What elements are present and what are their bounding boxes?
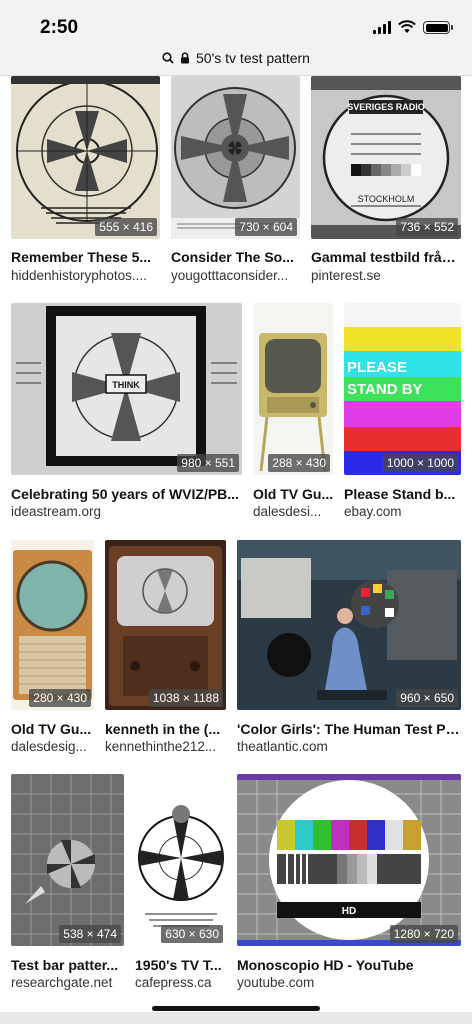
result-thumbnail[interactable]: 960 × 650 — [237, 540, 461, 710]
image-dimensions: 1280 × 720 — [389, 925, 458, 943]
result-title[interactable]: 'Color Girls': The Human Test Pa... — [237, 721, 461, 737]
think-label: THINK — [112, 380, 140, 390]
result-source[interactable]: yougotttaconsider... — [171, 268, 301, 283]
result-thumbnail[interactable]: THINK 980 × 551 — [11, 303, 242, 475]
result-thumbnail[interactable]: 730 × 604 — [171, 76, 300, 239]
lock-icon — [181, 52, 190, 64]
result-source[interactable]: dalesdesi... — [253, 504, 335, 519]
image-dimensions: 280 × 430 — [29, 689, 91, 707]
image-dimensions: 555 × 416 — [95, 218, 157, 236]
result-source[interactable]: ebay.com — [344, 504, 461, 519]
result-title[interactable]: Old TV Gu... — [11, 721, 95, 737]
vintage-tv-set-image — [253, 303, 333, 475]
search-icon — [162, 52, 174, 64]
result-thumbnail[interactable]: PLEASE STAND BY 1000 × 1000 — [344, 303, 461, 475]
result-title[interactable]: kenneth in the (... — [105, 721, 227, 737]
please-label: PLEASE — [347, 359, 407, 376]
result-source[interactable]: hiddenhistoryphotos.... — [11, 268, 161, 283]
think-test-pattern-image: THINK — [11, 303, 242, 475]
image-dimensions: 1038 × 1188 — [148, 689, 223, 707]
result-title[interactable]: Old TV Gu... — [253, 486, 335, 502]
result-thumbnail[interactable]: 630 × 630 — [135, 774, 226, 946]
sveriges-radio-label: SVERIGES RADIO — [347, 102, 425, 112]
indian-head-test-pattern-image — [11, 76, 160, 239]
wifi-icon — [398, 20, 416, 33]
result-thumbnail[interactable]: 538 × 474 — [11, 774, 124, 946]
indian-head-test-card-image — [135, 774, 226, 946]
result-title[interactable]: Please Stand b... — [344, 486, 461, 502]
result-source[interactable]: ideastream.org — [11, 504, 243, 519]
result-source[interactable]: youtube.com — [237, 975, 461, 990]
image-dimensions: 538 × 474 — [59, 925, 121, 943]
status-time: 2:50 — [40, 17, 79, 38]
search-query: 50's tv test pattern — [196, 50, 310, 66]
result-title[interactable]: Remember These 5... — [11, 249, 161, 265]
result-thumbnail[interactable]: SVERIGES RADIO STOCKHOLM 736 × 552 — [311, 76, 461, 239]
result-title[interactable]: Celebrating 50 years of WVIZ/PB... — [11, 486, 243, 502]
result-source[interactable]: researchgate.net — [11, 975, 125, 990]
result-thumbnail[interactable]: 288 × 430 — [253, 303, 333, 475]
home-indicator[interactable] — [152, 1006, 320, 1011]
next-row-peek — [0, 1012, 472, 1024]
image-dimensions: 960 × 650 — [396, 689, 458, 707]
result-thumbnail[interactable]: 280 × 430 — [11, 540, 94, 710]
result-thumbnail[interactable]: 555 × 416 — [11, 76, 160, 239]
url-bar[interactable]: 50's tv test pattern — [0, 50, 472, 66]
result-thumbnail[interactable]: 1038 × 1188 — [105, 540, 226, 710]
result-source[interactable]: theatlantic.com — [237, 739, 461, 754]
hd-label: HD — [342, 906, 356, 917]
battery-icon — [423, 21, 453, 34]
test-pattern-image — [171, 76, 300, 239]
result-title[interactable]: Test bar patter... — [11, 957, 125, 973]
image-dimensions: 288 × 430 — [268, 454, 330, 472]
result-title[interactable]: 1950's TV T... — [135, 957, 227, 973]
wooden-tv-test-pattern-image — [105, 540, 226, 710]
status-icons — [373, 20, 453, 34]
color-girl-photo-image — [237, 540, 461, 710]
test-bar-pattern-image — [11, 774, 124, 946]
image-dimensions: 980 × 551 — [177, 454, 239, 472]
result-title[interactable]: Gammal testbild från... — [311, 249, 461, 265]
monoscopio-hd-test-card-image: HD — [237, 774, 461, 946]
image-dimensions: 730 × 604 — [235, 218, 297, 236]
image-dimensions: 630 × 630 — [161, 925, 223, 943]
stand-by-label: STAND BY — [347, 381, 423, 398]
sveriges-radio-test-pattern-image: SVERIGES RADIO STOCKHOLM — [311, 76, 461, 239]
cellular-signal-icon — [373, 21, 391, 34]
image-dimensions: 736 × 552 — [396, 218, 458, 236]
result-title[interactable]: Monoscopio HD - YouTube — [237, 957, 461, 973]
result-thumbnail[interactable]: HD 1280 × 720 — [237, 774, 461, 946]
result-source[interactable]: dalesdesig... — [11, 739, 95, 754]
please-stand-by-bars-image: PLEASE STAND BY — [344, 303, 461, 475]
stockholm-label: STOCKHOLM — [358, 194, 415, 204]
result-source[interactable]: kennethinthe212... — [105, 739, 227, 754]
result-source[interactable]: pinterest.se — [311, 268, 461, 283]
browser-top-bar: 2:50 50's tv test pattern — [0, 0, 472, 76]
image-dimensions: 1000 × 1000 — [382, 454, 458, 472]
wooden-tv-console-image — [11, 540, 94, 710]
result-source[interactable]: cafepress.ca — [135, 975, 227, 990]
result-title[interactable]: Consider The So... — [171, 249, 301, 265]
